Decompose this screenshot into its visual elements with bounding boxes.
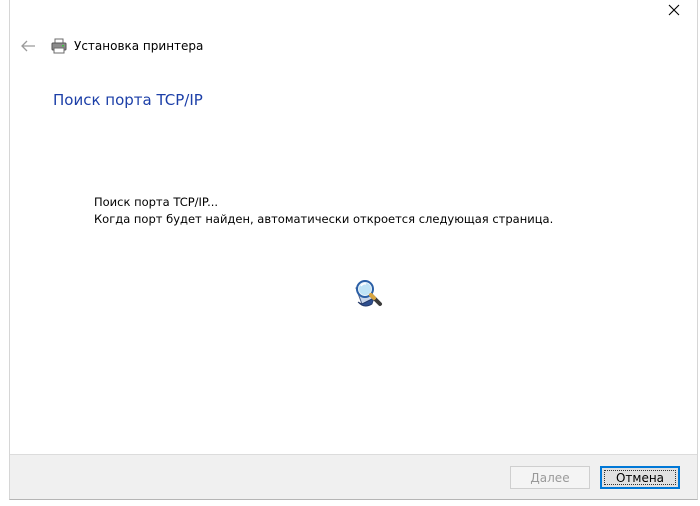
status-line-searching: Поиск порта TCP/IP... <box>94 195 219 209</box>
wizard-title: Установка принтера <box>74 39 204 53</box>
back-arrow-icon <box>21 40 35 52</box>
printer-wizard-window: Установка принтера Поиск порта TCP/IP По… <box>9 0 698 500</box>
page-title: Поиск порта TCP/IP <box>53 91 203 109</box>
status-text: Поиск порта TCP/IP... Когда порт будет н… <box>94 194 553 228</box>
close-icon <box>668 4 680 16</box>
wizard-header: Установка принтера <box>50 35 203 57</box>
focus-ring <box>604 470 676 485</box>
cancel-button[interactable]: Отмена <box>600 466 680 489</box>
status-line-info: Когда порт будет найден, автоматически о… <box>94 212 554 226</box>
wizard-footer: Далее Отмена <box>10 454 697 499</box>
close-button[interactable] <box>659 0 689 20</box>
search-animation <box>350 276 386 312</box>
next-button[interactable]: Далее <box>510 466 590 489</box>
search-magnifier-icon <box>355 280 382 307</box>
next-button-label: Далее <box>530 470 570 485</box>
printer-icon <box>51 38 67 54</box>
back-button[interactable] <box>18 36 38 56</box>
